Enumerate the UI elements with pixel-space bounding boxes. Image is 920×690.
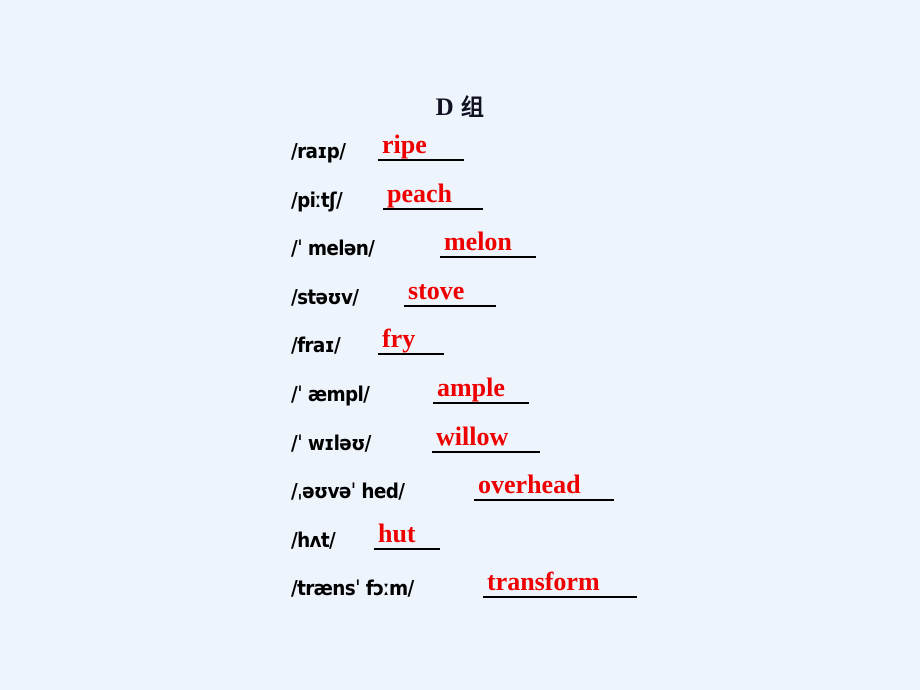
- exercise-row: /raɪp/ripe: [291, 130, 891, 185]
- phonetic-transcription: /raɪp/: [291, 139, 346, 163]
- answer-blank[interactable]: overhead: [474, 470, 614, 502]
- answer-word: hut: [378, 518, 416, 548]
- answer-word: melon: [444, 227, 512, 257]
- exercise-row: /ˈ melən/melon: [291, 227, 891, 282]
- answer-word: ripe: [382, 130, 427, 159]
- phonetic-transcription: /ˈ melən/: [291, 236, 375, 261]
- exercise-row: /piːtʃ/peach: [291, 179, 891, 234]
- exercise-row: /ˈ wɪləʊ/willow: [291, 422, 891, 477]
- answer-blank[interactable]: peach: [383, 179, 483, 210]
- answer-word: willow: [436, 421, 509, 451]
- exercise-row: /hʌt/hut: [291, 519, 891, 574]
- page-title: D 组: [0, 88, 920, 122]
- exercise-row: /trænsˈ fɔːm/transform: [291, 567, 891, 622]
- exercise-row: /fraɪ/fry: [291, 324, 891, 379]
- answer-blank[interactable]: transform: [483, 567, 637, 599]
- phonetic-transcription: /fraɪ/: [291, 333, 341, 358]
- phonetic-transcription: /hʌt/: [291, 527, 336, 552]
- exercise-row: /ˌəʊvəˈ hed/overhead: [291, 470, 891, 525]
- answer-blank[interactable]: willow: [432, 422, 540, 453]
- answer-word: stove: [408, 275, 465, 305]
- answer-blank[interactable]: fry: [378, 324, 444, 356]
- page-title-latin: D: [435, 94, 455, 121]
- answer-word: ample: [437, 372, 505, 402]
- exercise-list: /raɪp/ripe/piːtʃ/peach/ˈ melən/melon/stə…: [291, 130, 891, 622]
- answer-blank[interactable]: ample: [433, 373, 529, 404]
- answer-blank[interactable]: ripe: [378, 130, 464, 161]
- answer-blank[interactable]: melon: [440, 227, 536, 259]
- phonetic-transcription: /ˌəʊvəˈ hed/: [291, 479, 405, 504]
- answer-word: peach: [387, 178, 452, 208]
- answer-blank[interactable]: stove: [404, 276, 496, 307]
- answer-word: fry: [382, 324, 416, 354]
- phonetic-transcription: /piːtʃ/: [291, 187, 343, 212]
- answer-word: transform: [487, 567, 600, 597]
- phonetic-transcription: /ˈ æmpl/: [291, 381, 370, 406]
- exercise-row: /ˈ æmpl/ample: [291, 373, 891, 428]
- exercise-row: /stəʊv/stove: [291, 276, 891, 331]
- slide-canvas: D 组 /raɪp/ripe/piːtʃ/peach/ˈ melən/melon…: [0, 0, 920, 690]
- page-title-cjk: 组: [460, 95, 485, 121]
- phonetic-transcription: /trænsˈ fɔːm/: [291, 576, 414, 601]
- answer-word: overhead: [478, 470, 581, 500]
- phonetic-transcription: /ˈ wɪləʊ/: [291, 430, 371, 455]
- answer-blank[interactable]: hut: [374, 519, 440, 550]
- phonetic-transcription: /stəʊv/: [291, 284, 359, 309]
